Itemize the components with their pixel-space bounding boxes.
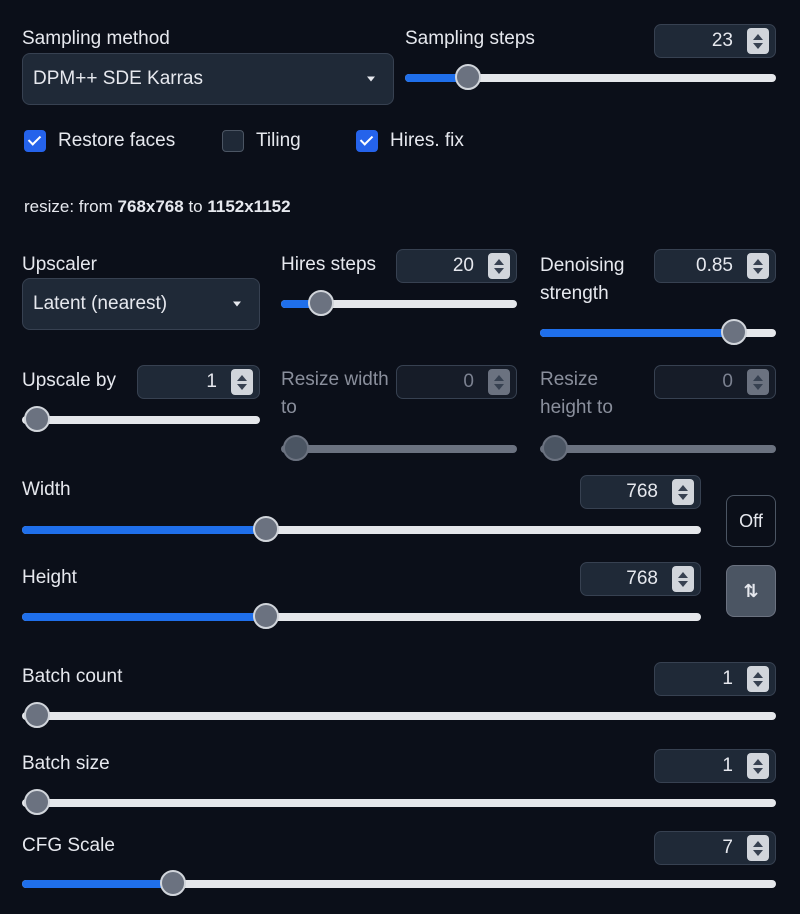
slider-handle[interactable] [253,516,280,542]
restore-faces-label: Restore faces [58,130,176,151]
spinner-arrows-icon [747,369,769,395]
cfg-scale-slider[interactable] [22,870,776,896]
resize-height-label: Resize height to [540,369,613,418]
height-value: 768 [626,568,658,589]
upscale-by-label: Upscale by [22,370,116,391]
resize-width-label: Resize width to [281,369,389,418]
resize-info: resize: from 768x768 to 1152x1152 [24,197,291,216]
batch-size-slider[interactable] [22,789,776,815]
swap-dimensions-button[interactable]: ⇅ [726,565,776,617]
upscale-by-slider[interactable] [22,406,260,432]
sampling-method-dropdown[interactable]: DPM++ SDE Karras [22,53,394,105]
spinner-arrows-icon[interactable] [672,566,694,592]
spinner-arrows-icon[interactable] [672,479,694,505]
batch-size-value: 1 [722,755,733,776]
slider-handle[interactable] [308,290,335,316]
spinner-arrows-icon[interactable] [747,253,769,279]
hires-steps-input[interactable]: 20 [396,249,517,283]
slider-handle[interactable] [24,702,50,728]
slider-handle [542,435,568,461]
slider-handle[interactable] [253,603,280,629]
spinner-arrows-icon[interactable] [747,28,769,54]
upscale-by-input[interactable]: 1 [137,365,260,399]
upscaler-label: Upscaler [22,254,97,275]
spinner-arrows-icon[interactable] [488,253,510,279]
upscaler-value: Latent (nearest) [33,293,168,314]
sampling-steps-label: Sampling steps [405,28,535,49]
hires-fix-label: Hires. fix [390,130,464,151]
upscaler-dropdown[interactable]: Latent (nearest) [22,278,260,330]
hires-fix-checkbox[interactable] [356,130,378,152]
denoising-strength-slider[interactable] [540,319,776,345]
sampling-steps-input[interactable]: 23 [654,24,776,58]
resize-to: 1152x1152 [207,197,291,216]
slider-handle[interactable] [455,64,482,90]
slider-handle[interactable] [24,406,50,432]
spinner-arrows-icon [488,369,510,395]
restore-faces-checkbox[interactable] [24,130,46,152]
tiling-label: Tiling [256,130,301,151]
batch-count-slider[interactable] [22,702,776,728]
sampling-steps-slider[interactable] [405,64,776,90]
denoising-strength-input[interactable]: 0.85 [654,249,776,283]
slider-handle[interactable] [720,319,747,345]
denoising-strength-value: 0.85 [696,255,733,276]
spinner-arrows-icon[interactable] [747,753,769,779]
sampling-steps-value: 23 [711,30,733,51]
spinner-arrows-icon[interactable] [747,835,769,861]
width-input[interactable]: 768 [580,475,701,509]
upscale-by-value: 1 [206,371,217,392]
resize-width-slider [281,435,517,461]
batch-size-label: Batch size [22,753,110,774]
resize-width-input: 0 [396,365,517,399]
width-slider[interactable] [22,516,701,542]
hires-steps-label: Hires steps [281,254,377,275]
slider-handle [283,435,309,461]
swap-vertical-icon: ⇅ [743,580,759,601]
hires-steps-slider[interactable] [281,290,517,316]
batch-size-input[interactable]: 1 [654,749,776,783]
off-button[interactable]: Off [726,495,776,547]
cfg-scale-input[interactable]: 7 [654,831,776,865]
hires-steps-value: 20 [452,255,474,276]
resize-width-value: 0 [463,371,474,392]
sampling-method-value: DPM++ SDE Karras [33,68,203,89]
cfg-scale-value: 7 [722,837,733,858]
slider-handle[interactable] [159,870,186,896]
sampling-method-label: Sampling method [22,28,170,49]
cfg-scale-label: CFG Scale [22,835,115,856]
width-value: 768 [626,481,658,502]
resize-height-input: 0 [654,365,776,399]
slider-handle[interactable] [24,789,50,815]
tiling-checkbox[interactable] [222,130,244,152]
spinner-arrows-icon[interactable] [747,666,769,692]
batch-count-label: Batch count [22,666,123,687]
chevron-down-icon [233,301,241,307]
width-label: Width [22,479,71,500]
batch-count-input[interactable]: 1 [654,662,776,696]
chevron-down-icon [367,76,375,82]
height-slider[interactable] [22,603,701,629]
resize-height-value: 0 [722,371,733,392]
denoising-strength-label: Denoising strength [540,255,625,304]
resize-height-slider [540,435,776,461]
height-label: Height [22,567,77,588]
batch-count-value: 1 [722,668,733,689]
height-input[interactable]: 768 [580,562,701,596]
resize-from: 768x768 [117,197,184,216]
spinner-arrows-icon[interactable] [231,369,253,395]
